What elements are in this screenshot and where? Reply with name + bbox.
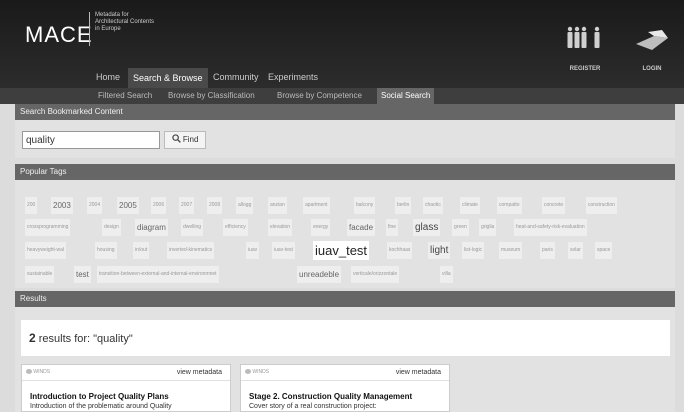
source-icon [26, 369, 32, 374]
tag[interactable]: verticale/orizzontale [351, 266, 400, 283]
tag[interactable]: diagram [135, 219, 168, 236]
result-source: WINDS [26, 369, 50, 375]
logo-divider [89, 12, 90, 46]
result-card[interactable]: WINDS view metadata Introduction to Proj… [21, 364, 231, 412]
tag[interactable]: allogg [236, 197, 254, 214]
tagline-line: in Europe [95, 26, 121, 32]
tag[interactable]: iuav_test [313, 241, 370, 260]
result-source: WINDS [245, 369, 269, 375]
main-nav: Home Search & Browse Community Experimen… [0, 68, 684, 88]
tag[interactable]: energy [311, 219, 331, 236]
popular-tags-header: Popular Tags [15, 164, 675, 180]
tag[interactable]: 2003 [51, 197, 73, 214]
tag[interactable]: transition-between-external-and-internal… [97, 266, 219, 283]
tag[interactable]: inverted-kinematics [167, 242, 215, 259]
tag[interactable]: villa [440, 266, 453, 283]
results-count-text: results for: "quality" [38, 333, 133, 345]
result-title[interactable]: Stage 2. Construction Quality Management [249, 392, 412, 401]
nav-community[interactable]: Community [213, 72, 259, 82]
results-count: 2 [29, 331, 36, 345]
tag[interactable]: space [595, 242, 613, 259]
site-tagline: Metadata for Architectural Contents in E… [95, 12, 175, 33]
sub-nav: Filtered Search Browse by Classification… [0, 88, 684, 104]
site-logo[interactable]: MACE [25, 22, 93, 48]
tag[interactable]: fine [386, 219, 399, 236]
nav-home[interactable]: Home [96, 72, 120, 82]
source-icon [245, 369, 251, 374]
search-icon [171, 134, 181, 143]
tag[interactable]: museum [499, 242, 523, 259]
tag[interactable]: balcony [354, 197, 376, 214]
tag-cloud: 200 2003 2004 2005 2006 2007 2008 allogg… [15, 180, 675, 288]
result-source-label: WINDS [33, 369, 51, 375]
result-card-header: WINDS view metadata [22, 365, 230, 381]
people-icon [567, 26, 600, 48]
tag[interactable]: iuav-test [272, 242, 295, 259]
nav-experiments[interactable]: Experiments [268, 72, 318, 82]
find-label: Find [182, 135, 199, 144]
result-card-header: WINDS view metadata [241, 365, 449, 381]
tag[interactable]: dwelling [181, 219, 204, 236]
tag[interactable]: green [452, 219, 469, 236]
result-description: Introduction of the problematic around Q… [30, 403, 172, 410]
tag[interactable]: efficiency [223, 219, 248, 236]
result-card[interactable]: WINDS view metadata Stage 2. Constructio… [240, 364, 450, 412]
tag[interactable]: 2004 [87, 197, 103, 214]
tag[interactable]: kochhaas [387, 242, 413, 259]
tag[interactable]: griglia [479, 219, 497, 236]
search-panel: Find [15, 120, 675, 158]
tag[interactable]: 2005 [117, 197, 139, 214]
result-title[interactable]: Introduction to Project Quality Plans [30, 392, 169, 401]
subnav-filtered-search[interactable]: Filtered Search [98, 91, 152, 100]
tag[interactable]: paris [540, 242, 555, 259]
tag[interactable]: list-logic [462, 242, 485, 259]
tag[interactable]: facade [347, 219, 376, 236]
tag[interactable]: sustainable [25, 266, 55, 283]
results-count-banner: 2 results for: "quality" [21, 320, 670, 356]
tag[interactable]: glass [413, 219, 441, 236]
search-section-header: Search Bookmarked Content [15, 104, 675, 120]
tag[interactable]: climate [460, 197, 480, 214]
subnav-browse-competence[interactable]: Browse by Competence [277, 91, 362, 100]
tag[interactable]: in/out [133, 242, 150, 259]
tag[interactable]: anzian [268, 197, 287, 214]
find-button[interactable]: Find [164, 131, 206, 149]
tag[interactable]: solar [568, 242, 583, 259]
tag[interactable]: construction [586, 197, 617, 214]
subnav-social-search[interactable]: Social Search [377, 88, 435, 104]
tag[interactable]: concrete [542, 197, 566, 214]
tag[interactable]: housing [95, 242, 117, 259]
subnav-browse-classification[interactable]: Browse by Classification [168, 91, 255, 100]
nav-search-browse[interactable]: Search & Browse [128, 68, 208, 88]
result-source-label: WINDS [252, 369, 270, 375]
view-metadata-link[interactable]: view metadata [177, 369, 222, 376]
result-description: Cover story of a real construction proje… [249, 403, 377, 410]
tag[interactable]: 200 [25, 197, 38, 214]
tagline-line: Metadata for [95, 12, 129, 18]
tag[interactable]: heat-and-safety-risk-evaluation [514, 219, 587, 236]
tag[interactable]: apartment [303, 197, 330, 214]
tag[interactable]: chaotic [423, 197, 443, 214]
tag[interactable]: 2008 [207, 197, 223, 214]
tag[interactable]: light [428, 242, 451, 259]
tag[interactable]: test [74, 266, 91, 283]
tag[interactable]: compatto [497, 197, 522, 214]
tag[interactable]: 2007 [179, 197, 195, 214]
tagline-line: Architectural Contents [95, 19, 155, 25]
login-arrow-icon [636, 30, 668, 50]
tag[interactable]: crossprogramming [25, 219, 71, 236]
site-header: MACE Metadata for Architectural Contents… [0, 0, 684, 88]
tag[interactable]: design [102, 219, 121, 236]
search-input[interactable] [22, 131, 160, 149]
tag[interactable]: 2006 [151, 197, 167, 214]
tag[interactable]: heavyweight-wal [25, 242, 66, 259]
results-section-header: Results [15, 291, 675, 307]
tag[interactable]: elevation [268, 219, 293, 236]
tag[interactable]: berlin [395, 197, 412, 214]
tag[interactable]: unreadeble [297, 266, 342, 283]
view-metadata-link[interactable]: view metadata [396, 369, 441, 376]
tag[interactable]: iuav [246, 242, 260, 259]
